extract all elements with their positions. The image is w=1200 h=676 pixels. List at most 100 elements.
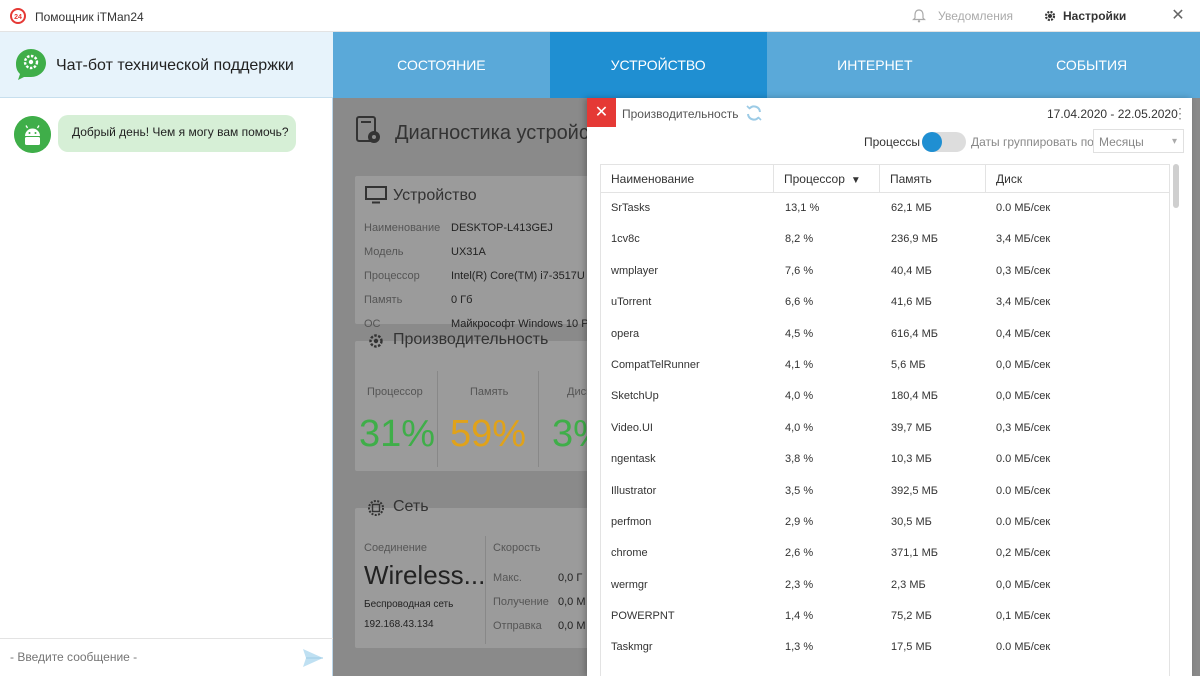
table-row[interactable]: uTorrent 6,6 % 41,6 МБ 3,4 МБ/сек	[601, 287, 1169, 318]
connection-label: Соединение	[364, 542, 428, 554]
table-row[interactable]: wermgr 2,3 % 2,3 МБ 0,0 МБ/сек	[601, 570, 1169, 601]
process-cpu: 4,5 %	[785, 327, 814, 340]
table-row[interactable]: chrome 2,6 % 371,1 МБ 0,2 МБ/сек	[601, 538, 1169, 569]
process-disk: 0,4 МБ/сек	[996, 327, 1051, 340]
refresh-icon[interactable]	[745, 104, 763, 122]
message-input[interactable]	[10, 647, 290, 667]
process-name: ngentask	[611, 453, 656, 466]
settings-button[interactable]: Настройки	[1043, 9, 1126, 23]
process-cpu: 13,1 %	[785, 202, 820, 214]
process-disk: 0,3 МБ/сек	[996, 421, 1051, 434]
sort-desc-icon: ▼	[850, 175, 861, 186]
processes-toggle[interactable]	[922, 132, 966, 152]
process-name: opera	[611, 327, 640, 340]
process-disk: 0.0 МБ/сек	[996, 453, 1051, 466]
tab-status[interactable]: СОСТОЯНИЕ	[333, 32, 550, 98]
window-close-button[interactable]: ✕	[1170, 8, 1186, 24]
notifications-label: Уведомления	[938, 9, 1014, 23]
chat-header: Чат-бот технической поддержки	[0, 32, 333, 98]
column-header-memory[interactable]: Память	[880, 165, 986, 193]
table-row[interactable]: perfmon 2,9 % 30,5 МБ 0.0 МБ/сек	[601, 507, 1169, 538]
process-memory: 5,6 МБ	[891, 358, 926, 371]
processes-label: Процессы	[864, 135, 921, 149]
perf-cpu-value: 31%	[359, 413, 436, 455]
process-name: uTorrent	[611, 296, 652, 309]
table-scrollbar[interactable]	[1173, 164, 1179, 208]
table-row[interactable]: wmplayer 7,6 % 40,4 МБ 0,3 МБ/сек	[601, 256, 1169, 287]
table-row[interactable]: ngentask 3,8 % 10,3 МБ 0.0 МБ/сек	[601, 444, 1169, 475]
group-by-select[interactable]: Месяцы ▾	[1093, 129, 1184, 153]
process-name: chrome	[611, 547, 648, 560]
network-icon	[368, 500, 384, 516]
column-header-label: Наименование	[611, 172, 695, 186]
process-cpu: 3,8 %	[785, 453, 814, 466]
tab-events[interactable]: СОБЫТИЯ	[983, 32, 1200, 98]
bot-avatar-icon	[14, 116, 51, 153]
device-os-label: ОС	[364, 318, 381, 330]
max-speed-value: 0,0 Г	[558, 572, 583, 584]
table-row[interactable]: CompatTelRunner 4,1 % 5,6 МБ 0,0 МБ/сек	[601, 350, 1169, 381]
process-name: 1cv8c	[611, 233, 640, 246]
process-disk: 0.0 МБ/сек	[996, 202, 1051, 214]
column-header-label: Процессор	[784, 172, 845, 186]
process-cpu: 4,0 %	[785, 390, 814, 403]
toggle-knob	[922, 132, 942, 152]
process-disk: 0,0 МБ/сек	[996, 390, 1051, 403]
send-icon[interactable]	[302, 648, 324, 668]
process-name: Taskmgr	[611, 641, 653, 654]
process-name: SrTasks	[611, 202, 651, 214]
table-row[interactable]: Taskmgr 1,3 % 17,5 МБ 0.0 МБ/сек	[601, 632, 1169, 663]
monitor-icon	[365, 186, 387, 204]
chat-panel: Чат-бот технической поддержки Добрый ден…	[0, 32, 333, 676]
process-name: wermgr	[611, 578, 648, 591]
column-header-name[interactable]: Наименование	[601, 165, 774, 193]
process-disk: 3,4 МБ/сек	[996, 233, 1051, 246]
table-row[interactable]: opera 4,5 % 616,4 МБ 0,4 МБ/сек	[601, 319, 1169, 350]
process-name: POWERPNT	[611, 610, 675, 623]
popup-close-button[interactable]: ✕	[587, 98, 616, 127]
send-value: 0,0 М	[558, 620, 586, 632]
app-logo-icon: 24	[10, 8, 26, 24]
column-header-label: Память	[890, 172, 932, 186]
bot-message: Добрый день! Чем я могу вам помочь?	[58, 115, 296, 152]
more-options-icon[interactable]: ⋮	[1173, 106, 1187, 120]
process-cpu: 7,6 %	[785, 264, 814, 277]
process-disk: 0.0 МБ/сек	[996, 515, 1051, 528]
process-cpu: 4,0 %	[785, 421, 814, 434]
process-disk: 0.0 МБ/сек	[996, 484, 1051, 497]
process-disk: 3,4 МБ/сек	[996, 296, 1051, 309]
table-row[interactable]: SrTasks 13,1 % 62,1 МБ 0.0 МБ/сек	[601, 193, 1169, 224]
process-cpu: 3,5 %	[785, 484, 814, 497]
title-bar: 24 Помощник iTMan24 Уведомления Настройк…	[0, 0, 1200, 32]
process-memory: 41,6 МБ	[891, 296, 932, 309]
group-by-label: Даты группировать по	[971, 135, 1094, 149]
process-memory: 75,2 МБ	[891, 610, 932, 623]
table-row[interactable]: 1cv8c 8,2 % 236,9 МБ 3,4 МБ/сек	[601, 224, 1169, 255]
notifications-button[interactable]: Уведомления	[912, 9, 1013, 23]
column-header-cpu[interactable]: Процессор ▼	[774, 165, 880, 193]
process-memory: 180,4 МБ	[891, 390, 938, 403]
process-disk: 0,1 МБ/сек	[996, 610, 1051, 623]
process-name: Video.UI	[611, 421, 653, 434]
table-row[interactable]: SketchUp 4,0 % 180,4 МБ 0,0 МБ/сек	[601, 381, 1169, 412]
performance-card: Производительность Процессор 31% Память …	[355, 331, 607, 471]
process-name: CompatTelRunner	[611, 358, 700, 371]
table-body: SrTasks 13,1 % 62,1 МБ 0.0 МБ/сек 1cv8c 8,2 …	[601, 193, 1169, 664]
perf-memory-value: 59%	[450, 413, 527, 455]
table-row[interactable]: Illustrator 3,5 % 392,5 МБ 0.0 МБ/сек	[601, 476, 1169, 507]
table-row[interactable]: Video.UI 4,0 % 39,7 МБ 0,3 МБ/сек	[601, 413, 1169, 444]
process-name: SketchUp	[611, 390, 659, 403]
table-row[interactable]: POWERPNT 1,4 % 75,2 МБ 0,1 МБ/сек	[601, 601, 1169, 632]
column-header-disk[interactable]: Диск	[986, 165, 1169, 193]
speed-label: Скорость	[493, 542, 541, 554]
date-range[interactable]: 17.04.2020 - 22.05.2020	[1047, 107, 1178, 121]
performance-popup: ✕ Производительность 17.04.2020 - 22.05.…	[587, 98, 1192, 676]
tab-internet[interactable]: ИНТЕРНЕТ	[766, 32, 984, 98]
column-header-label: Диск	[996, 172, 1023, 186]
perf-memory-label: Память	[470, 386, 509, 398]
process-disk: 0.0 МБ/сек	[996, 641, 1051, 654]
svg-text:24: 24	[14, 14, 22, 21]
process-cpu: 1,3 %	[785, 641, 814, 654]
page-title: Диагностика устройств	[395, 122, 609, 144]
tab-device[interactable]: УСТРОЙСТВО	[549, 32, 767, 98]
